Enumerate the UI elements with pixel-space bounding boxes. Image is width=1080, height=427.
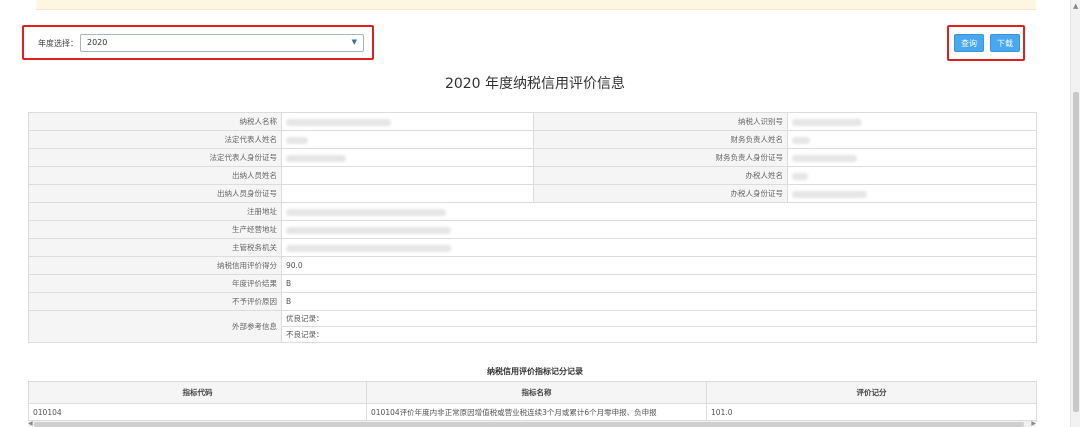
taxpayer-name-value <box>281 112 534 131</box>
indicator-score-cell: 101.0 <box>706 403 1037 422</box>
table-header-row: 指标代码 指标名称 评价记分 <box>28 381 1037 404</box>
table-row: 出纳人员姓名 办税人姓名 <box>28 166 1037 185</box>
tax-authority-label: 主管税务机关 <box>28 238 282 257</box>
cashier-name-label: 出纳人员姓名 <box>28 166 282 185</box>
taxpayer-id-label: 纳税人识别号 <box>533 112 788 131</box>
credit-info-table: 纳税人名称 纳税人识别号 法定代表人姓名 财务负责人姓名 法定代表人身份证号 财… <box>28 112 1037 343</box>
tax-agent-id-value <box>787 184 1037 203</box>
year-select[interactable]: 2020 ▼ <box>80 34 364 52</box>
table-row: 不予评价原因 B <box>28 292 1037 311</box>
tax-agent-id-label: 办税人身份证号 <box>533 184 788 203</box>
score-table-title: 纳税信用评价指标记分记录 <box>487 367 583 376</box>
cashier-id-label: 出纳人员身份证号 <box>28 184 282 203</box>
legal-rep-id-value <box>281 148 534 167</box>
cashier-id-value <box>281 184 534 203</box>
horizontal-scrollbar[interactable]: ◀ ▶ <box>28 420 1036 427</box>
legal-rep-name-label: 法定代表人姓名 <box>28 130 282 149</box>
annual-result-label: 年度评价结果 <box>28 274 282 293</box>
indicator-name-cell: 010104评价年度内非正常原因增值税或营业税连续3个月或累计6个月零申报、负申… <box>366 403 707 422</box>
query-button[interactable]: 查询 <box>954 34 984 52</box>
finance-head-id-label: 财务负责人身份证号 <box>533 148 788 167</box>
table-row: 年度评价结果 B <box>28 274 1037 293</box>
table-row: 纳税信用评价得分 90.0 <box>28 256 1037 275</box>
column-header-name: 指标名称 <box>366 381 707 404</box>
column-header-code: 指标代码 <box>28 381 367 404</box>
table-row: 纳税人名称 纳税人识别号 <box>28 112 1037 131</box>
score-record-table: 指标代码 指标名称 评价记分 010104 010104评价年度内非正常原因增值… <box>28 381 1037 422</box>
download-button[interactable]: 下载 <box>990 34 1020 52</box>
good-record-label: 优良记录： <box>281 310 1037 327</box>
table-row: 010104 010104评价年度内非正常原因增值税或营业税连续3个月或累计6个… <box>28 403 1037 422</box>
biz-address-label: 生产经营地址 <box>28 220 282 239</box>
chevron-down-icon[interactable]: ▼ <box>352 38 357 46</box>
table-row: 主管税务机关 <box>28 238 1037 257</box>
table-row: 外部参考信息 优良记录： <box>28 310 1037 343</box>
vertical-scrollbar[interactable]: ▲ <box>1070 0 1080 427</box>
table-row: 生产经营地址 <box>28 220 1037 239</box>
page-title: 2020 年度纳税信用评价信息 <box>444 76 626 92</box>
notice-banner <box>36 0 1036 10</box>
credit-score-value: 90.0 <box>281 256 1037 275</box>
taxpayer-name-label: 纳税人名称 <box>28 112 282 131</box>
indicator-code-cell: 010104 <box>28 403 367 422</box>
scroll-left-arrow-icon[interactable]: ◀ <box>28 420 33 427</box>
legal-rep-id-label: 法定代表人身份证号 <box>28 148 282 167</box>
year-select-value: 2020 <box>87 38 108 47</box>
scroll-right-arrow-icon[interactable]: ▶ <box>1031 420 1036 427</box>
tax-agent-name-label: 办税人姓名 <box>533 166 788 185</box>
biz-address-value <box>281 220 1037 239</box>
credit-score-label: 纳税信用评价得分 <box>28 256 282 275</box>
tax-authority-value <box>281 238 1037 257</box>
vertical-scrollbar-thumb[interactable] <box>1073 92 1079 412</box>
table-row: 法定代表人身份证号 财务负责人身份证号 <box>28 148 1037 167</box>
no-eval-reason-label: 不予评价原因 <box>28 292 282 311</box>
column-header-score: 评价记分 <box>706 381 1037 404</box>
table-row: 法定代表人姓名 财务负责人姓名 <box>28 130 1037 149</box>
bad-record-label: 不良记录： <box>281 326 1037 343</box>
taxpayer-id-value <box>787 112 1037 131</box>
legal-rep-name-value <box>281 130 534 149</box>
reg-address-value <box>281 202 1037 221</box>
action-buttons-highlight: 查询 下载 <box>947 25 1025 61</box>
year-select-label: 年度选择： <box>38 39 78 48</box>
annual-result-value: B <box>281 274 1037 293</box>
cashier-name-value <box>281 166 534 185</box>
horizontal-scrollbar-thumb[interactable] <box>34 422 1024 427</box>
finance-head-name-value <box>787 130 1037 149</box>
table-row: 注册地址 <box>28 202 1037 221</box>
table-row: 出纳人员身份证号 办税人身份证号 <box>28 184 1037 203</box>
scroll-up-arrow-icon[interactable]: ▲ <box>1073 2 1078 10</box>
tax-agent-name-value <box>787 166 1037 185</box>
no-eval-reason-value: B <box>281 292 1037 311</box>
reg-address-label: 注册地址 <box>28 202 282 221</box>
external-ref-label: 外部参考信息 <box>28 310 282 343</box>
finance-head-name-label: 财务负责人姓名 <box>533 130 788 149</box>
year-filter-highlight: 年度选择： 2020 ▼ <box>22 25 374 60</box>
finance-head-id-value <box>787 148 1037 167</box>
